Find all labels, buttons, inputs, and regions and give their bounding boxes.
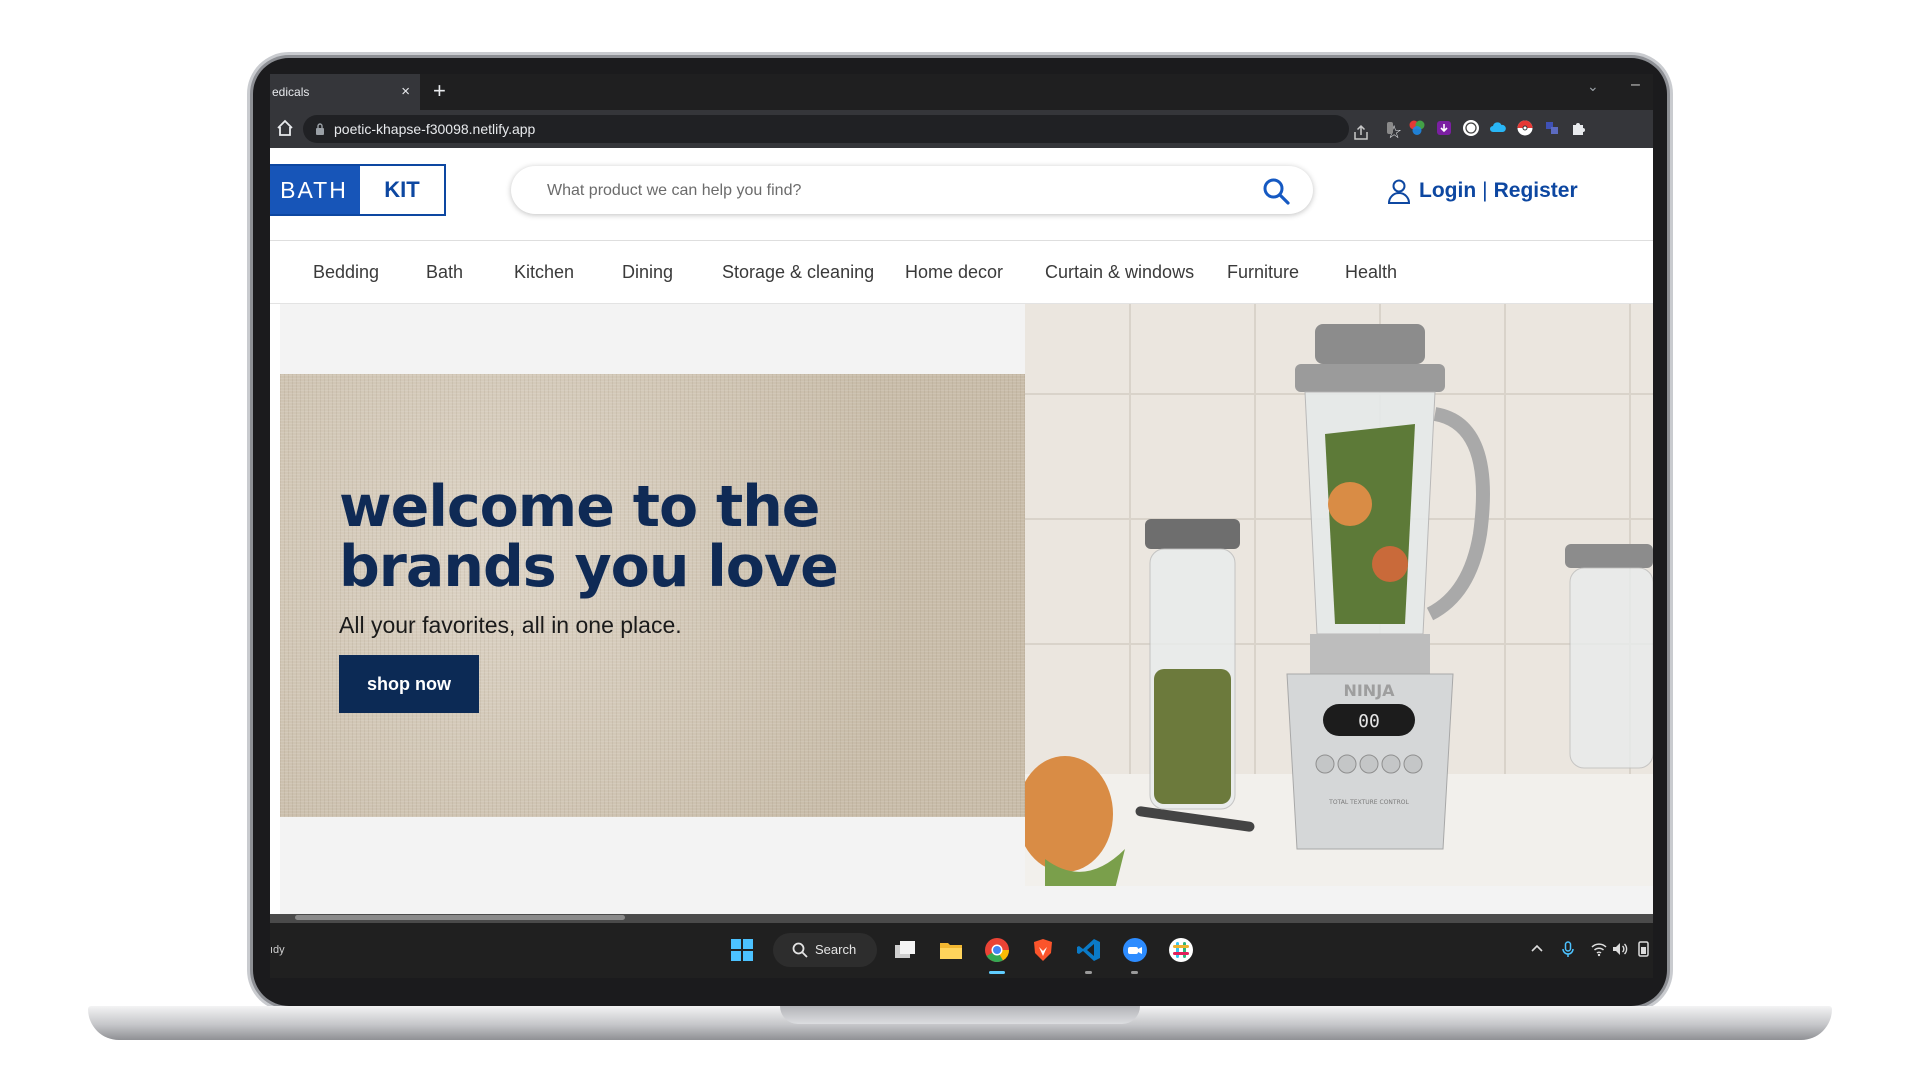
blender-product-image[interactable]: 00 NINJA TOTAL TEXTURE CONTROL xyxy=(1025,304,1653,886)
nav-item-bath[interactable]: Bath xyxy=(426,241,463,303)
account-links: Login | Register xyxy=(1387,176,1578,206)
taskbar: ıdy Search xyxy=(270,923,1653,978)
shop-now-button[interactable]: shop now xyxy=(339,655,479,713)
site-header: BATH KIT Login | Register xyxy=(270,148,1653,241)
site-logo[interactable]: BATH KIT xyxy=(270,164,446,216)
share-icon[interactable] xyxy=(1352,124,1370,142)
vscode-open-indicator xyxy=(1085,971,1092,974)
search-icon[interactable] xyxy=(1261,176,1291,206)
browser-toolbar: poetic-khapse-f30098.netlify.app ☆ xyxy=(270,110,1653,148)
browser-tab[interactable]: edicals × xyxy=(270,74,420,110)
window-minimize-icon[interactable]: – xyxy=(1631,76,1640,94)
nav-item-furniture[interactable]: Furniture xyxy=(1227,241,1299,303)
nav-item-kitchen[interactable]: Kitchen xyxy=(514,241,574,303)
hero-title: welcome to the brands you love xyxy=(339,474,839,600)
lock-icon xyxy=(316,123,324,135)
user-icon[interactable] xyxy=(1387,178,1411,204)
nav-item-home-decor[interactable]: Home decor xyxy=(905,241,1003,303)
search-bar xyxy=(511,166,1313,216)
category-nav: Bedding Bath Kitchen Dining Storage & cl… xyxy=(270,241,1653,304)
file-explorer-icon[interactable] xyxy=(938,937,964,963)
hero-banner: welcome to the brands you love All your … xyxy=(280,304,1653,916)
nav-item-dining[interactable]: Dining xyxy=(622,241,673,303)
pokeball-extension-icon[interactable] xyxy=(1516,119,1534,137)
brave-browser-icon[interactable] xyxy=(1030,937,1056,963)
address-bar[interactable]: poetic-khapse-f30098.netlify.app ☆ xyxy=(303,115,1402,143)
home-icon[interactable] xyxy=(275,118,295,138)
tab-close-icon[interactable]: × xyxy=(401,74,410,110)
taskbar-edge-text: ıdy xyxy=(270,944,285,956)
scrollbar-thumb[interactable] xyxy=(295,915,625,920)
download-extension-icon[interactable] xyxy=(1435,119,1453,137)
extension-light-icon[interactable] xyxy=(1381,119,1399,137)
browser-tab-bar: edicals × + ⌄ – xyxy=(270,74,1653,110)
shortcut-extension-icon[interactable] xyxy=(1543,119,1561,137)
microphone-icon[interactable] xyxy=(1559,940,1577,958)
appliance-brand-text: NINJA xyxy=(1343,681,1395,700)
new-tab-icon[interactable]: + xyxy=(433,74,446,108)
chrome-icon[interactable] xyxy=(984,937,1010,963)
nav-item-bedding[interactable]: Bedding xyxy=(313,241,379,303)
zoom-open-indicator xyxy=(1131,971,1138,974)
logo-bath-text: BATH xyxy=(270,166,360,214)
nav-item-storage-cleaning[interactable]: Storage & cleaning xyxy=(722,241,874,303)
login-register-separator: | xyxy=(1482,179,1488,202)
taskbar-search[interactable]: Search xyxy=(773,933,877,967)
nav-item-health[interactable]: Health xyxy=(1345,241,1397,303)
appliance-caption-text: TOTAL TEXTURE CONTROL xyxy=(1328,799,1409,806)
appliance-display-text: 00 xyxy=(1358,711,1380,732)
search-input[interactable] xyxy=(545,166,1239,216)
chrome-active-indicator xyxy=(989,971,1005,974)
login-link[interactable]: Login xyxy=(1419,179,1476,203)
puzzle-extensions-icon[interactable] xyxy=(1570,119,1588,137)
hero-subtitle: All your favorites, all in one place. xyxy=(339,612,682,638)
laptop-screen: edicals × + ⌄ – poetic-khapse-f30098.net… xyxy=(270,74,1653,978)
cloud-extension-icon[interactable] xyxy=(1489,119,1507,137)
profile-extension-icon[interactable] xyxy=(1462,119,1480,137)
register-link[interactable]: Register xyxy=(1494,179,1578,203)
chevron-down-icon[interactable]: ⌄ xyxy=(1587,78,1599,95)
battery-icon[interactable] xyxy=(1634,940,1652,958)
task-view-icon[interactable] xyxy=(892,937,918,963)
blender-illustration: 00 NINJA TOTAL TEXTURE CONTROL xyxy=(1025,304,1653,886)
vscode-icon[interactable] xyxy=(1076,937,1102,963)
color-palette-extension-icon[interactable] xyxy=(1408,119,1426,137)
slack-icon[interactable] xyxy=(1168,937,1194,963)
nav-item-curtain-windows[interactable]: Curtain & windows xyxy=(1045,241,1194,303)
taskbar-search-label: Search xyxy=(815,942,857,957)
search-icon xyxy=(792,942,808,958)
volume-icon[interactable] xyxy=(1611,940,1629,958)
laptop-hinge xyxy=(780,1006,1140,1024)
wifi-icon[interactable] xyxy=(1590,940,1608,958)
windows-start-icon[interactable] xyxy=(729,937,755,963)
url-text: poetic-khapse-f30098.netlify.app xyxy=(334,121,536,137)
chevron-up-icon[interactable] xyxy=(1528,940,1546,958)
tab-title: edicals xyxy=(272,85,310,99)
logo-kit-text: KIT xyxy=(360,166,444,214)
zoom-icon[interactable] xyxy=(1122,937,1148,963)
